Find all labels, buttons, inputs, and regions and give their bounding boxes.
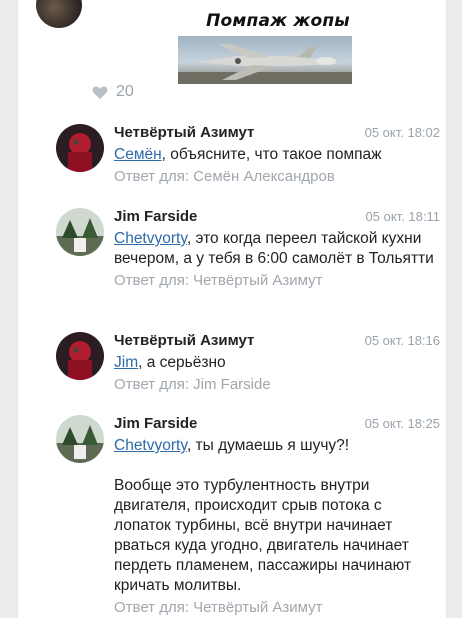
comment-text: Chetvyorty, ты думаешь я шучу?! xyxy=(114,437,350,454)
avatar[interactable] xyxy=(56,415,104,463)
comment-date: 05 окт. 18:25 xyxy=(364,416,440,431)
comment-text: Семён, объясните, что такое помпаж xyxy=(114,146,382,163)
like-count: 20 xyxy=(116,83,134,100)
comments-card: Помпаж жопы 20 Четвёртый Азимут 05 окт. … xyxy=(18,0,446,618)
comment-paragraph: Вообще это турбулентность внутри двигате… xyxy=(114,477,412,594)
reply-to-label[interactable]: Ответ для: Четвёртый Азимут xyxy=(114,598,440,618)
post-media[interactable]: Помпаж жопы xyxy=(178,6,378,86)
reply-to-label[interactable]: Ответ для: Семён Александров xyxy=(114,167,440,187)
comment-date: 05 окт. 18:11 xyxy=(365,209,440,224)
avatar[interactable] xyxy=(56,124,104,172)
reply-to-label[interactable]: Ответ для: Jim Farside xyxy=(114,375,440,395)
heart-icon[interactable] xyxy=(92,85,108,100)
comment-author[interactable]: Jim Farside xyxy=(114,208,197,225)
comment-author[interactable]: Четвёртый Азимут xyxy=(114,124,254,141)
comment-date: 05 окт. 18:16 xyxy=(364,333,440,348)
reply-to-label[interactable]: Ответ для: Четвёртый Азимут xyxy=(114,271,440,291)
mention-link[interactable]: Jim xyxy=(114,354,138,371)
like-row[interactable]: 20 xyxy=(92,83,134,101)
avatar[interactable] xyxy=(56,208,104,256)
post-author-avatar[interactable] xyxy=(36,0,82,28)
comment-author[interactable]: Четвёртый Азимут xyxy=(114,332,254,349)
media-caption: Помпаж жопы xyxy=(206,11,350,31)
comment-date: 05 окт. 18:02 xyxy=(364,125,440,140)
avatar[interactable] xyxy=(56,332,104,380)
comment-text: Chetvyorty, это когда переел тайской кух… xyxy=(114,230,434,267)
comment-text: Jim, а серьёзно xyxy=(114,354,226,371)
mention-link[interactable]: Chetvyorty xyxy=(114,230,187,247)
mention-link[interactable]: Семён xyxy=(114,146,162,163)
comment-author[interactable]: Jim Farside xyxy=(114,415,197,432)
mention-link[interactable]: Chetvyorty xyxy=(114,437,187,454)
jet-aircraft-image xyxy=(178,36,352,84)
